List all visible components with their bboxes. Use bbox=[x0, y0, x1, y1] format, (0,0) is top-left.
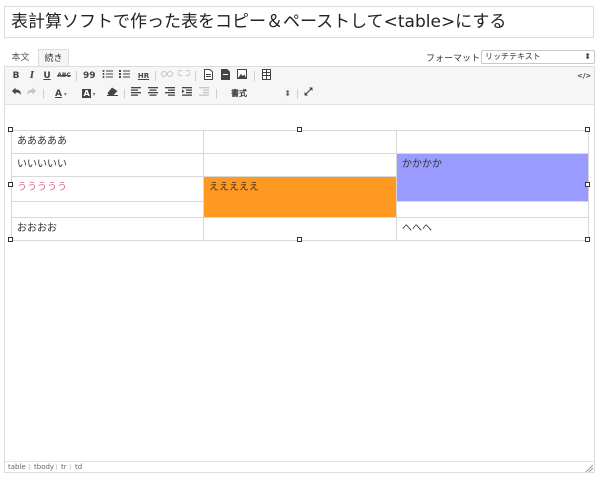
link-button[interactable] bbox=[160, 69, 173, 83]
redo-button[interactable] bbox=[25, 87, 37, 101]
select-arrow-icon: ⬍ bbox=[284, 89, 291, 98]
outdent-button[interactable] bbox=[198, 87, 210, 101]
align-center-button[interactable] bbox=[147, 87, 159, 101]
table-cell-orange[interactable]: えええええ bbox=[203, 176, 397, 218]
table-cell[interactable] bbox=[396, 201, 589, 218]
align-left-button[interactable] bbox=[130, 87, 142, 101]
table-row: あああああ bbox=[11, 130, 589, 154]
paste-word-icon bbox=[220, 69, 230, 80]
text-color-icon: A bbox=[55, 89, 63, 99]
align-left-icon bbox=[131, 87, 141, 96]
resize-handle-top-right[interactable] bbox=[585, 127, 590, 132]
toolbar-divider bbox=[297, 89, 298, 99]
table-cell-purple[interactable]: かかかか bbox=[396, 153, 589, 202]
path-item[interactable]: tbody bbox=[34, 462, 54, 473]
toolbar-divider bbox=[195, 71, 196, 81]
align-center-icon bbox=[148, 87, 158, 96]
path-item[interactable]: tr bbox=[61, 462, 67, 473]
insert-image-button[interactable] bbox=[236, 69, 248, 83]
tab-text[interactable]: 本文 bbox=[4, 49, 37, 67]
unlink-icon bbox=[177, 70, 190, 76]
post-title-input[interactable]: 表計算ソフトで作った表をコピー＆ペーストして<table>にする bbox=[4, 6, 594, 38]
undo-icon bbox=[11, 87, 21, 95]
resize-handle-bottom-right[interactable] bbox=[585, 237, 590, 242]
fullscreen-button[interactable] bbox=[302, 87, 314, 101]
toolbar-divider bbox=[155, 71, 156, 81]
table-row: いいいいい かかかか bbox=[11, 153, 589, 202]
background-color-icon: A bbox=[82, 89, 91, 98]
indent-button[interactable] bbox=[181, 87, 193, 101]
numbered-list-icon bbox=[118, 70, 130, 78]
content-table[interactable]: あああああ いいいいい かかかか ううううう えええええ おおおお へへへ bbox=[11, 130, 589, 241]
select-arrow-icon: ⬍ bbox=[584, 52, 591, 61]
path-separator-icon: ⟩ bbox=[55, 463, 58, 471]
resize-handle-bottom-left[interactable] bbox=[8, 237, 13, 242]
table-cell[interactable] bbox=[203, 130, 397, 154]
bullet-list-button[interactable] bbox=[101, 69, 113, 83]
resize-handle-middle-left[interactable] bbox=[8, 182, 13, 187]
table-cell[interactable]: いいいいい bbox=[11, 153, 204, 177]
chevron-down-icon: ▾ bbox=[62, 91, 67, 98]
background-color-button[interactable]: A ▾ bbox=[78, 87, 100, 101]
resize-handle-bottom-center[interactable] bbox=[297, 237, 302, 242]
paragraph-style-select[interactable]: 書式 ⬍ bbox=[231, 87, 291, 101]
paragraph-style-value: 書式 bbox=[231, 89, 247, 98]
toolbar-divider bbox=[124, 89, 125, 99]
toolbar-divider bbox=[216, 89, 217, 99]
outdent-icon bbox=[199, 87, 209, 96]
table-cell[interactable]: へへへ bbox=[396, 217, 589, 241]
format-label: フォーマット: bbox=[426, 54, 484, 64]
toolbar-divider bbox=[76, 71, 77, 81]
chevron-down-icon: ▾ bbox=[90, 91, 96, 98]
indent-icon bbox=[182, 87, 192, 96]
format-select[interactable]: リッチテキスト ⬍ bbox=[481, 50, 595, 64]
text-color-button[interactable]: A ▾ bbox=[50, 87, 72, 101]
eraser-icon bbox=[106, 87, 118, 96]
path-item[interactable]: td bbox=[75, 462, 82, 473]
element-path: table ⟩ tbody ⟩ tr ⟩ td bbox=[5, 461, 594, 473]
numbered-list-button[interactable] bbox=[118, 69, 130, 83]
path-separator-icon: ⟩ bbox=[28, 463, 31, 471]
html-toggle-button[interactable]: </> bbox=[577, 69, 591, 83]
table-icon bbox=[261, 69, 271, 80]
table-cell-pink-text[interactable]: ううううう bbox=[11, 176, 204, 202]
bullet-list-icon bbox=[102, 70, 113, 78]
expand-icon bbox=[304, 87, 312, 96]
table-button[interactable] bbox=[260, 69, 272, 83]
paste-text-button[interactable] bbox=[202, 69, 214, 83]
redo-icon bbox=[26, 87, 36, 95]
underline-button[interactable]: U bbox=[42, 69, 52, 83]
table-cell[interactable] bbox=[203, 153, 397, 177]
table-cell[interactable]: あああああ bbox=[11, 130, 204, 154]
format-select-value: リッチテキスト bbox=[485, 52, 541, 61]
resize-handle-top-center[interactable] bbox=[297, 127, 302, 132]
document-icon bbox=[203, 69, 213, 80]
bold-button[interactable]: B bbox=[11, 69, 21, 83]
resize-handle-top-left[interactable] bbox=[8, 127, 13, 132]
italic-button[interactable]: I bbox=[27, 69, 37, 83]
clear-format-button[interactable] bbox=[106, 87, 118, 101]
editor-content[interactable]: あああああ いいいいい かかかか ううううう えええええ おおおお へへへ bbox=[11, 130, 589, 241]
path-item[interactable]: table bbox=[8, 462, 26, 473]
image-icon bbox=[237, 69, 247, 79]
horizontal-rule-button[interactable]: HR bbox=[137, 69, 150, 83]
unlink-button[interactable] bbox=[177, 69, 190, 83]
undo-button[interactable] bbox=[10, 87, 22, 101]
strikethrough-button[interactable]: ABC bbox=[57, 69, 71, 83]
blockquote-button[interactable]: 99 bbox=[83, 69, 96, 83]
table-cell[interactable]: おおおお bbox=[11, 217, 204, 241]
table-cell[interactable] bbox=[396, 130, 589, 154]
align-right-button[interactable] bbox=[164, 87, 176, 101]
toolbar-divider bbox=[254, 71, 255, 81]
resize-handle-middle-right[interactable] bbox=[585, 182, 590, 187]
align-right-icon bbox=[165, 87, 175, 96]
editor-toolbar: B I U ABC 99 HR </> A ▾ A ▾ 書式 ⬍ bbox=[5, 67, 594, 105]
paste-word-button[interactable] bbox=[219, 69, 231, 83]
table-cell[interactable] bbox=[11, 201, 204, 218]
path-separator-icon: ⟩ bbox=[69, 463, 72, 471]
link-icon bbox=[160, 71, 173, 77]
tab-visual[interactable]: 続き bbox=[38, 49, 69, 67]
resize-grip-icon[interactable] bbox=[585, 464, 593, 472]
toolbar-divider bbox=[43, 89, 44, 99]
